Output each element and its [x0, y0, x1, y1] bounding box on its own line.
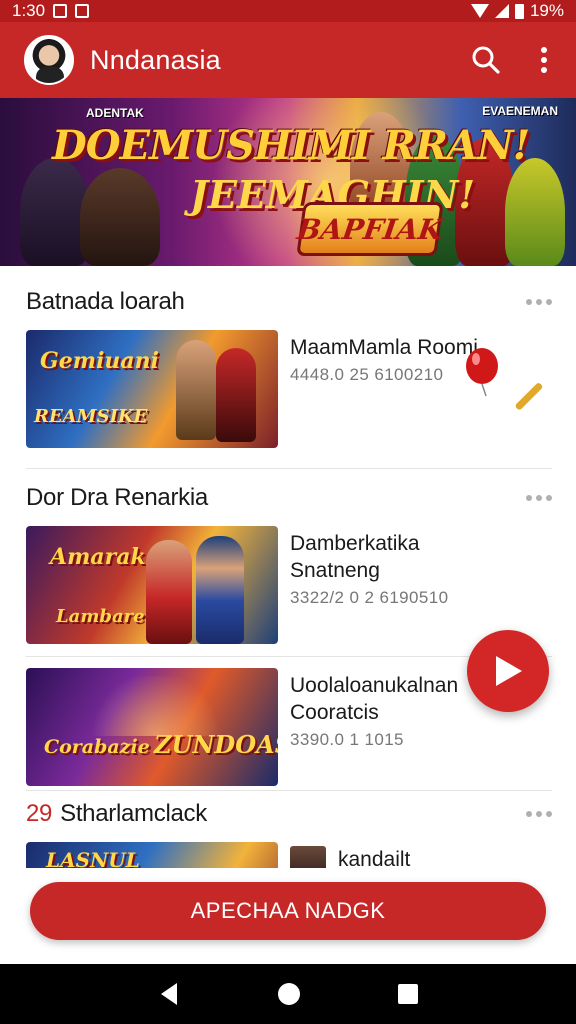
back-icon[interactable]: [157, 981, 181, 1007]
play-icon: [496, 656, 522, 686]
banner-character-right4: [505, 158, 565, 266]
overflow-menu-button[interactable]: [528, 44, 560, 76]
item-title: MaamMamla Roomi: [290, 336, 478, 359]
section-title: 29 Stharlamclack: [26, 800, 207, 828]
notification-icon: [53, 4, 68, 18]
list-item[interactable]: Gemiuani REAMSIKE MaamMamla Roomi 4448.0…: [26, 330, 552, 448]
thumb-character: [176, 340, 216, 440]
section-header: Batnada loarah: [26, 288, 552, 316]
thumb-character: [146, 540, 192, 644]
item-thumbnail: Amarak Lambaren: [26, 526, 278, 644]
item-title: Damberkatika Snatneng: [290, 532, 420, 582]
play-button[interactable]: [467, 630, 549, 712]
item-meta: 4448.0 25 6100210: [290, 365, 444, 384]
thumb-character: [196, 536, 244, 644]
balloon-icon: [466, 348, 498, 397]
status-time: 1:30: [12, 1, 46, 20]
item-thumbnail: Corabazie ZUNDOAS: [26, 668, 278, 786]
list-item[interactable]: Amarak Lambaren Damberkatika Snatneng 33…: [26, 526, 552, 644]
battery-level: 19%: [529, 1, 564, 20]
item-thumbnail: Gemiuani REAMSIKE: [26, 330, 278, 448]
search-icon: [472, 46, 500, 74]
section-number: 29: [26, 800, 53, 827]
section-more-button[interactable]: [526, 495, 552, 501]
section-title: Dor Dra Renarkia: [26, 484, 208, 512]
section-title: Batnada loarah: [26, 288, 185, 316]
item-title: Uoolaloanukalnan Cooratcis: [290, 674, 459, 724]
thumb-subtitle: Lambaren: [56, 606, 158, 627]
search-button[interactable]: [470, 44, 502, 76]
thumb-character: [216, 348, 256, 442]
battery-icon: [514, 3, 524, 19]
banner-top-text: ADENTAK: [86, 106, 144, 120]
thumb-title: Amarak: [50, 544, 146, 570]
banner-corner-text: EVAENEMAN: [482, 104, 558, 118]
banner-logo-text: BAPFIAK: [294, 212, 446, 246]
avatar[interactable]: [24, 35, 74, 85]
section-header: Dor Dra Renarkia: [26, 484, 552, 512]
signal-icon: [494, 4, 509, 18]
status-bar: 1:30 19%: [0, 0, 576, 22]
divider: [26, 790, 552, 791]
banner-title: DOEMUSHIMI RRAN!: [52, 122, 530, 169]
section-title-text: Batnada loarah: [26, 288, 185, 315]
divider: [26, 468, 552, 469]
app-title: Nndanasia: [90, 44, 221, 75]
thumb-title: Corabazie: [44, 736, 150, 758]
section-more-button[interactable]: [526, 811, 552, 817]
section-more-button[interactable]: [526, 299, 552, 305]
thumb-glow: [86, 676, 226, 736]
more-vert-icon: [541, 47, 547, 73]
section-title-text: Dor Dra Renarkia: [26, 484, 208, 511]
item-meta: 3390.0 1 1015: [290, 730, 404, 749]
thumb-subtitle: REAMSIKE: [34, 406, 148, 427]
hero-banner[interactable]: ADENTAK EVAENEMAN DOEMUSHIMI RRAN! JEEMA…: [0, 98, 576, 266]
primary-cta-button[interactable]: APECHAA NADGK: [30, 882, 546, 940]
banner-character-left2: [80, 168, 160, 266]
wifi-icon: [470, 4, 489, 18]
banner-logo: BAPFIAK: [294, 202, 446, 256]
app-bar: Nndanasia: [0, 22, 576, 98]
bat-icon: [515, 383, 543, 410]
item-meta: 3322/2 0 2 6190510: [290, 588, 449, 607]
cta-label: APECHAA NADGK: [190, 898, 386, 923]
section-header: 29 Stharlamclack: [26, 800, 552, 828]
app-notification-icon: [75, 4, 90, 18]
thumb-title: Gemiuani: [40, 348, 160, 374]
system-nav-bar: [0, 964, 576, 1024]
section-title-text: Stharlamclack: [60, 800, 207, 827]
home-icon[interactable]: [276, 981, 302, 1007]
recents-icon[interactable]: [397, 983, 419, 1005]
